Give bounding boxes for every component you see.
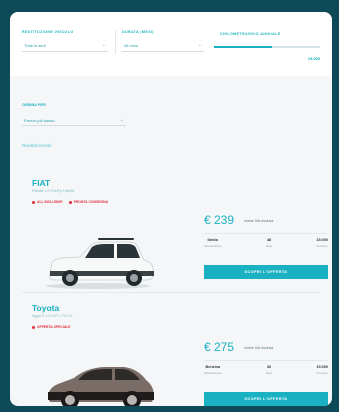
spec-label: Alimentazione — [204, 371, 222, 375]
spec-label: Km/anno — [316, 244, 328, 248]
spec-value: Ibrido — [207, 238, 219, 242]
spec-item: 36 Mesi — [266, 365, 272, 375]
destination-value: Tutte le sedi — [24, 43, 46, 48]
brand-name: FIAT — [32, 178, 51, 188]
price-box: € 275 /mese IVA esclusa Benzina Alimentaz… — [202, 330, 330, 406]
spec-label: Alimentazione — [204, 244, 222, 248]
spec-value: 15.000 — [316, 238, 328, 242]
model-name: Aygo X 1.0 VVT-i 72 CV — [32, 314, 73, 318]
tag-list: ALL INCLUSIVE PRONTA CONSEGNA — [32, 200, 108, 204]
model-name: Panda 1.0 FireFly Hybrid — [32, 189, 74, 193]
app-frame: RESTITUZIONE VEICOLO Tutte le sedi ⌄ DUR… — [10, 12, 332, 406]
spec-value: Benzina — [205, 365, 221, 369]
spec-item: 48 Mesi — [266, 238, 272, 248]
sort-label: ORDINA PER — [22, 103, 46, 107]
spec-list: Ibrido Alimentazione 48 Mesi 15.000 Km/anno — [204, 238, 328, 248]
duration-label: DURATA (MESI) — [122, 30, 154, 34]
divider — [22, 292, 320, 293]
divider — [204, 233, 328, 234]
spec-value: 15.000 — [316, 365, 328, 369]
tag-label: PRONTA CONSEGNA — [73, 200, 109, 204]
brand-name: Toyota — [32, 303, 60, 313]
tag-dot-icon — [32, 325, 35, 329]
tag: OFFERTA SPECIALE — [32, 325, 71, 329]
price: € 239 — [204, 213, 235, 227]
price-note: /mese IVA esclusa — [244, 346, 274, 350]
sort-value: Prezzo più basso — [24, 118, 55, 123]
spec-value: 48 — [266, 238, 272, 242]
chevron-down-icon: ⌄ — [119, 117, 124, 123]
price-note: /mese IVA esclusa — [244, 219, 274, 223]
spec-label: Km/anno — [316, 371, 328, 375]
tag: PRONTA CONSEGNA — [68, 200, 109, 204]
km-slider-fill — [214, 46, 273, 48]
divider — [115, 30, 116, 54]
spec-item: Ibrido Alimentazione — [204, 238, 222, 248]
car-image — [48, 367, 154, 406]
km-slider[interactable] — [214, 46, 320, 48]
spec-item: 15.000 Km/anno — [316, 365, 328, 375]
km-value: 15.000 — [307, 56, 320, 61]
view-offer-button[interactable]: SCOPRI L'OFFERTA — [204, 392, 328, 406]
offer-card[interactable]: FIAT Panda 1.0 FireFly Hybrid ALL INCLUS… — [22, 175, 332, 289]
spec-item: 15.000 Km/anno — [316, 238, 328, 248]
tag-label: OFFERTA SPECIALE — [37, 325, 71, 329]
price: € 275 — [204, 340, 235, 354]
duration-select[interactable]: 48 mesi ⌄ — [122, 40, 204, 52]
price-box: € 239 /mese IVA esclusa Ibrido Alimentazi… — [202, 203, 330, 285]
spec-value: 36 — [266, 365, 272, 369]
chevron-down-icon: ⌄ — [101, 42, 106, 48]
view-offer-button[interactable]: SCOPRI L'OFFERTA — [204, 265, 328, 279]
spec-label: Mesi — [266, 371, 272, 375]
km-label: CHILOMETRAGGIO ANNUALE — [220, 32, 281, 36]
divider — [204, 360, 328, 361]
sort-select[interactable]: Prezzo più basso ⌄ — [22, 115, 126, 126]
results-count: Risultati trovati — [22, 143, 52, 148]
offer-card[interactable]: Toyota Aygo X 1.0 VVT-i 72 CV OFFERTA SP… — [22, 300, 332, 406]
spec-label: Mesi — [266, 244, 272, 248]
spec-item: Benzina Alimentazione — [204, 365, 222, 375]
destination-label: RESTITUZIONE VEICOLO — [22, 30, 74, 34]
tag-dot-icon — [68, 200, 72, 204]
duration-value: 48 mesi — [124, 43, 139, 48]
tag-dot-icon — [32, 200, 35, 204]
search-panel: RESTITUZIONE VEICOLO Tutte le sedi ⌄ DUR… — [10, 12, 332, 76]
tag-label: ALL INCLUSIVE — [37, 200, 63, 204]
spec-list: Benzina Alimentazione 36 Mesi 15.000 Km/ann… — [204, 365, 328, 375]
tag-list: OFFERTA SPECIALE — [32, 325, 71, 329]
tag: ALL INCLUSIVE — [32, 200, 63, 204]
car-image — [46, 238, 154, 289]
chevron-down-icon: ⌄ — [197, 42, 202, 48]
destination-select[interactable]: Tutte le sedi ⌄ — [22, 40, 108, 52]
